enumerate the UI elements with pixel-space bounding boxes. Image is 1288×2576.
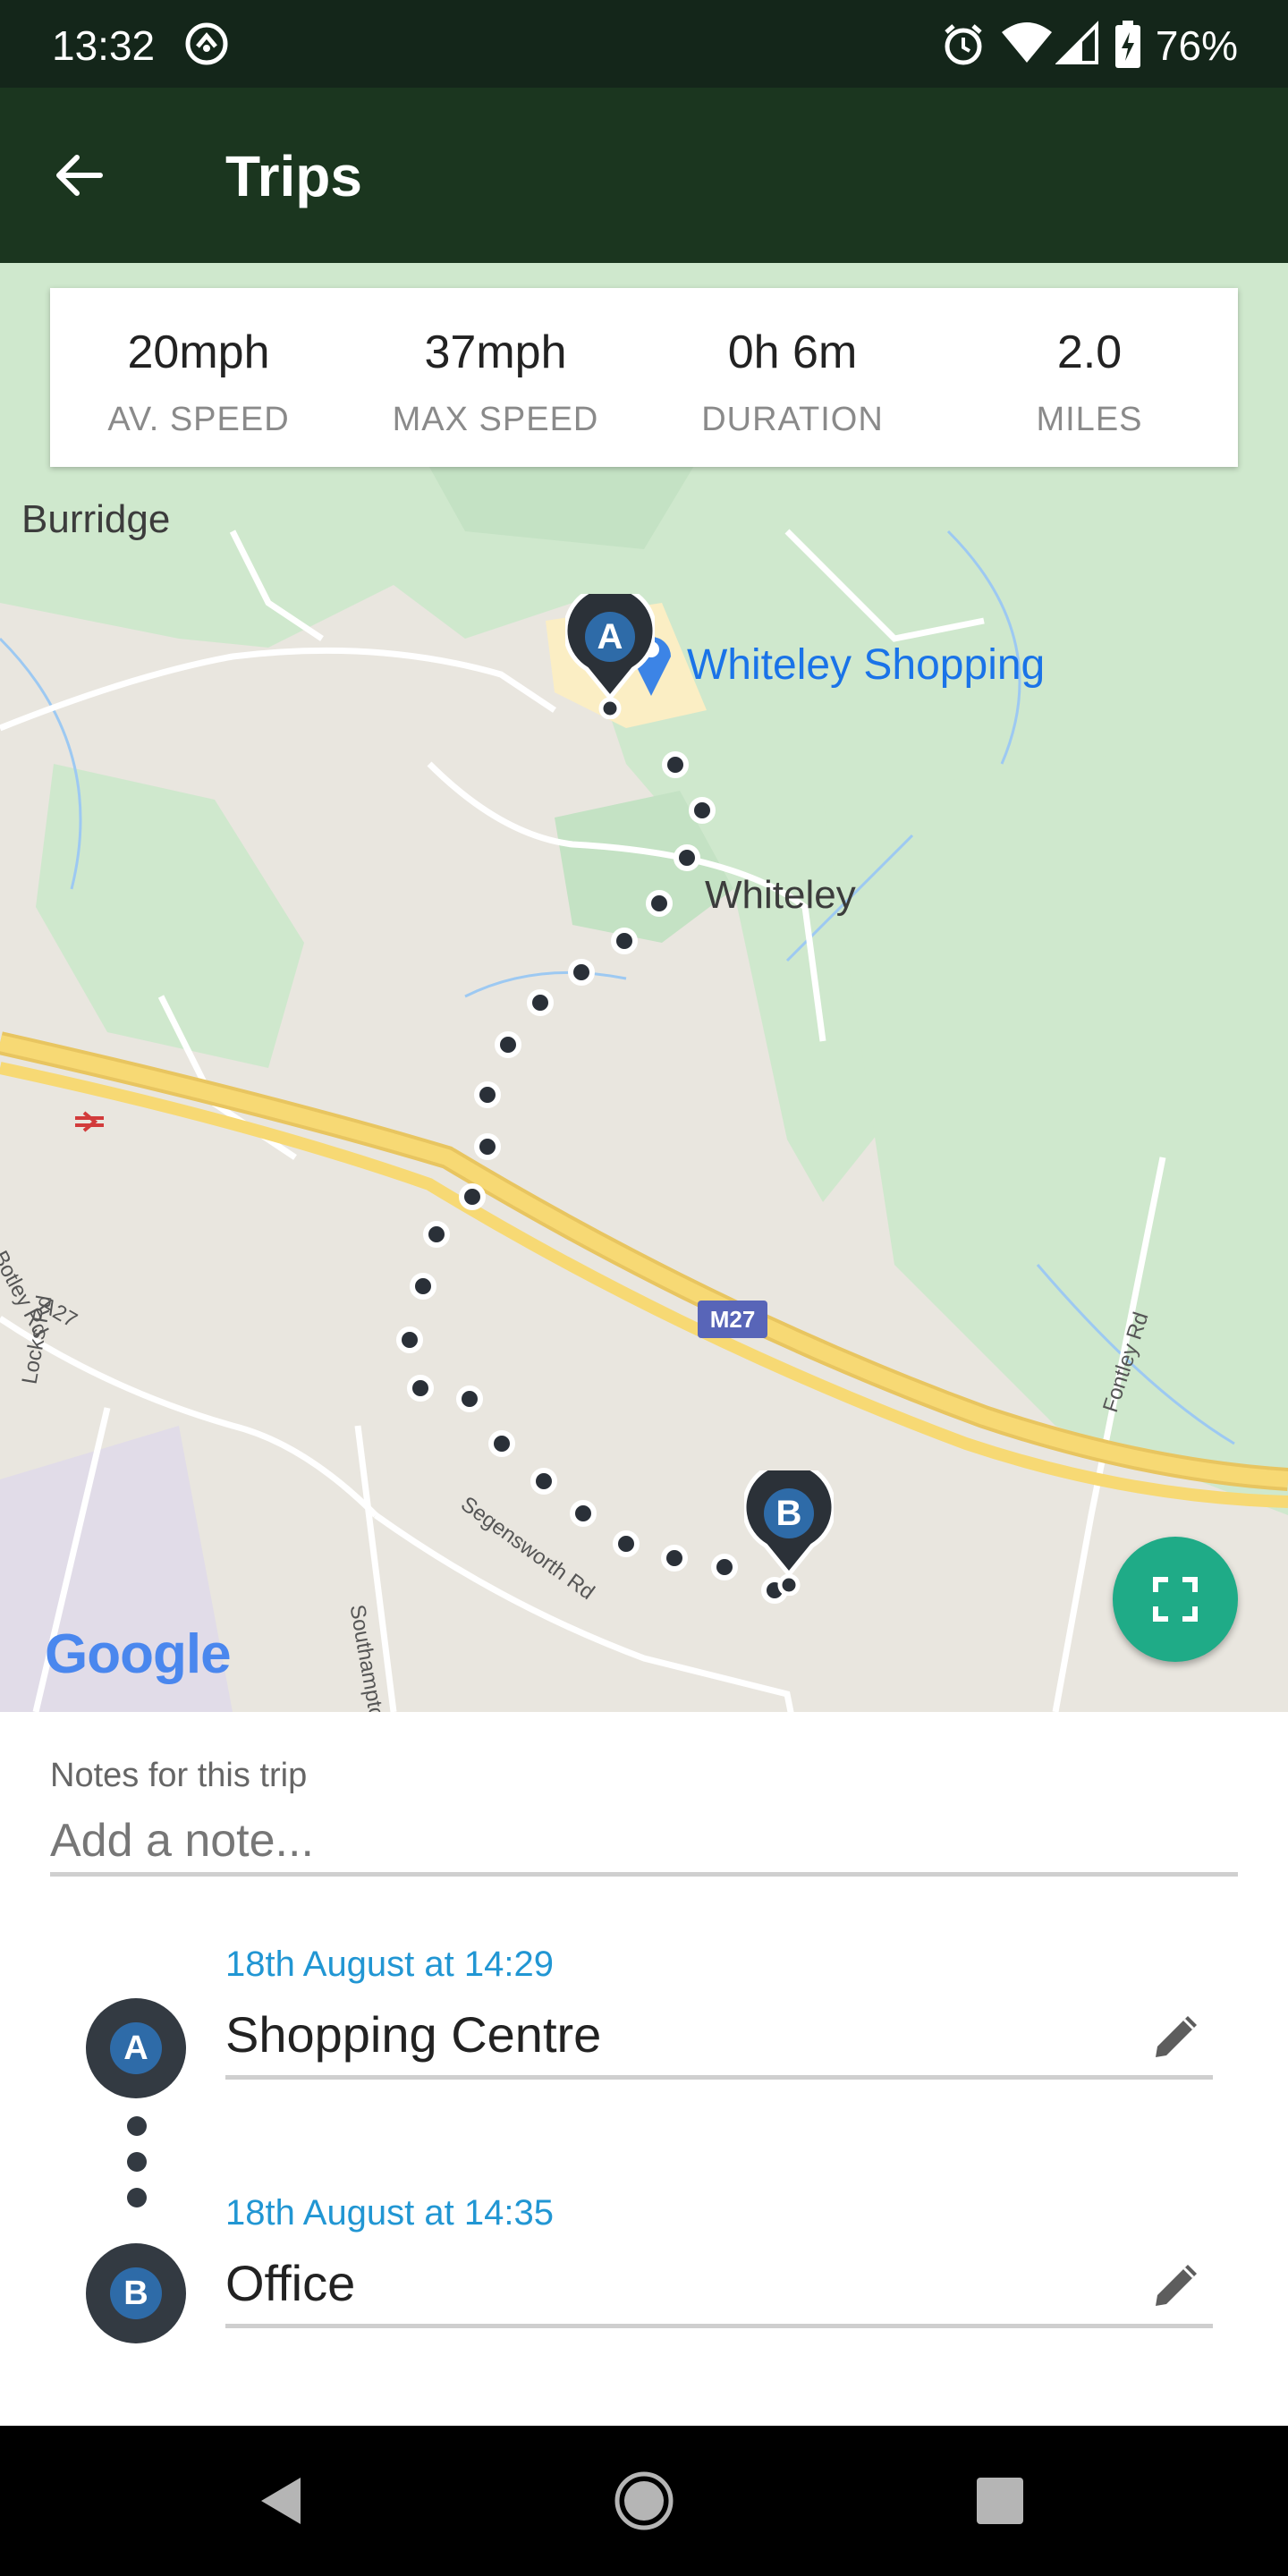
stop-marker-b: B <box>86 2243 186 2343</box>
marker-letter: B <box>775 1494 802 1533</box>
map-label-whiteley-shopping[interactable]: Whiteley Shopping <box>687 640 1045 690</box>
sync-icon <box>182 20 231 72</box>
battery-percent: 76% <box>1155 22 1238 69</box>
stop-name: Office <box>225 2255 356 2311</box>
route-connector-dot <box>127 2116 147 2136</box>
stat-label: AV. SPEED <box>107 401 290 438</box>
map-label-whiteley: Whiteley <box>705 873 856 917</box>
stop-marker-a: A <box>86 1998 186 2098</box>
route-connector-dot <box>127 2152 147 2172</box>
marker-letter: A <box>110 2022 162 2074</box>
status-time: 13:32 <box>52 22 156 69</box>
route-connector-dot <box>127 2188 147 2207</box>
battery-charging-icon <box>1113 20 1143 74</box>
nav-recents-button[interactable] <box>964 2465 1036 2537</box>
wifi-icon <box>1000 20 1054 72</box>
pencil-icon <box>1156 2016 1197 2057</box>
edit-button[interactable] <box>1141 2000 1213 2072</box>
marker-letter: B <box>110 2267 162 2319</box>
arrow-left-icon <box>56 155 103 196</box>
marker-letter: A <box>597 617 623 657</box>
stat-value: 0h 6m <box>727 326 858 378</box>
stop-name-field[interactable]: Office <box>225 2243 1213 2328</box>
map-marker-start[interactable]: A <box>563 583 657 720</box>
stat-av-speed: 20mph AV. SPEED <box>50 288 347 467</box>
stat-value: 37mph <box>424 326 567 378</box>
triangle-back-icon <box>261 2478 301 2524</box>
notes-input[interactable] <box>50 1809 1238 1877</box>
m27-road-badge: M27 <box>698 1301 767 1338</box>
rail-station-icon <box>75 1111 104 1132</box>
trip-map[interactable]: 20mph AV. SPEED 37mph MAX SPEED 0h 6m DU… <box>0 263 1288 1712</box>
stat-value: 2.0 <box>1056 326 1123 378</box>
fullscreen-icon <box>1153 1577 1198 1622</box>
trip-stats-card: 20mph AV. SPEED 37mph MAX SPEED 0h 6m DU… <box>50 288 1238 467</box>
stat-label: MILES <box>1036 401 1143 438</box>
edit-button[interactable] <box>1141 2249 1213 2320</box>
nav-back-button[interactable] <box>247 2465 318 2537</box>
map-label-burridge: Burridge <box>21 497 171 541</box>
stat-max-speed: 37mph MAX SPEED <box>347 288 644 467</box>
fullscreen-button[interactable] <box>1113 1537 1238 1662</box>
stop-time: 18th August at 14:35 <box>225 2193 554 2233</box>
notes-label: Notes for this trip <box>50 1757 308 1794</box>
alarm-icon <box>939 20 987 72</box>
pencil-icon <box>1156 2265 1197 2306</box>
stop-name: Shopping Centre <box>225 2006 602 2063</box>
notes-section: Notes for this trip <box>50 1757 1238 1877</box>
page-title: Trips <box>225 144 362 208</box>
map-background <box>0 263 1288 1712</box>
system-nav-bar <box>0 2426 1288 2576</box>
status-bar: 13:32 76% <box>0 0 1288 88</box>
stat-miles: 2.0 MILES <box>941 288 1238 467</box>
app-bar: Trips <box>0 88 1288 263</box>
stat-value: 20mph <box>127 326 270 378</box>
stat-label: MAX SPEED <box>392 401 599 438</box>
map-marker-end[interactable]: B <box>741 1460 836 1597</box>
stat-label: DURATION <box>701 401 884 438</box>
back-button[interactable] <box>36 132 122 218</box>
stop-time: 18th August at 14:29 <box>225 1945 554 1984</box>
square-recents-icon <box>977 2478 1023 2524</box>
circle-home-icon <box>614 2471 674 2530</box>
stat-duration: 0h 6m DURATION <box>644 288 941 467</box>
google-logo: Google <box>45 1623 232 1685</box>
stop-name-field[interactable]: Shopping Centre <box>225 1995 1213 2080</box>
nav-home-button[interactable] <box>608 2465 680 2537</box>
signal-icon <box>1055 20 1100 72</box>
